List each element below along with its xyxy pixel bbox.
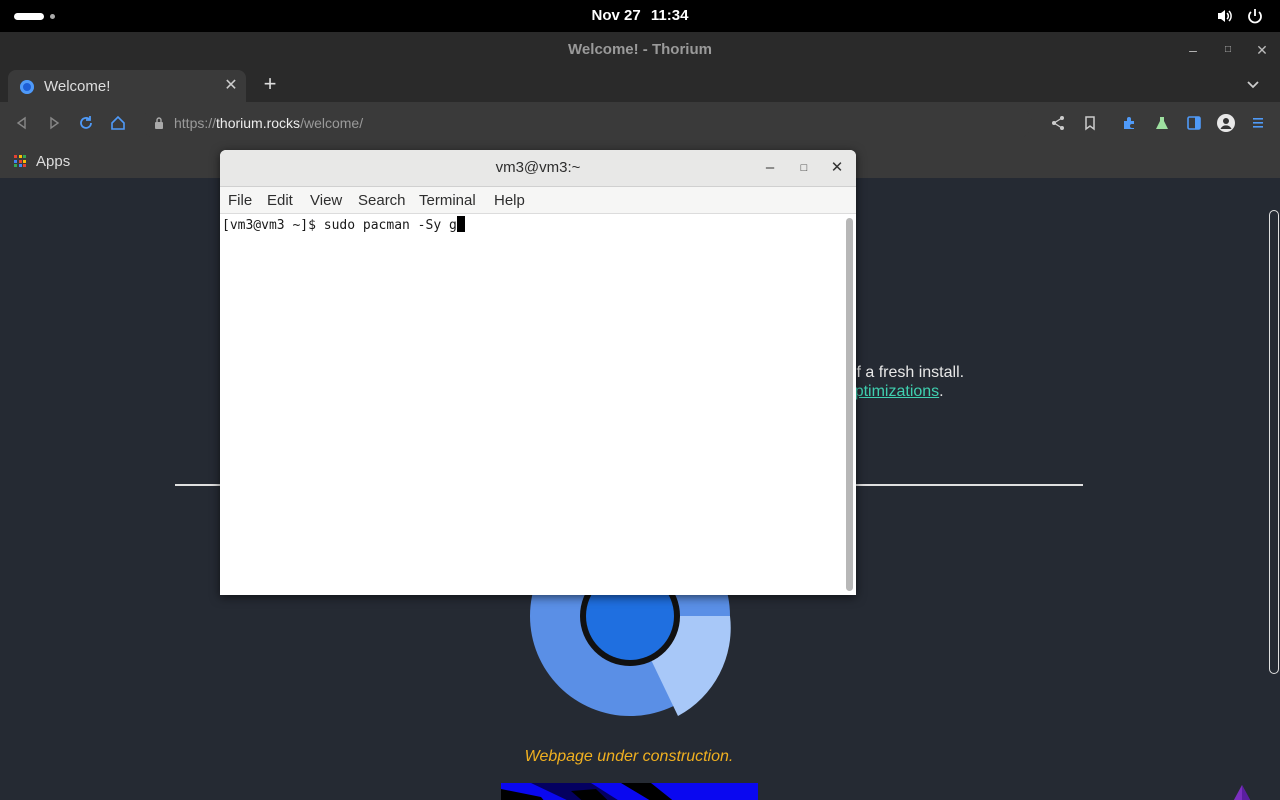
browser-toolbar: https://thorium.rocks/welcome/: [0, 102, 1280, 144]
minimize-button[interactable]: –: [1185, 42, 1201, 58]
tab-title: Welcome!: [44, 78, 111, 95]
menu-search[interactable]: Search: [358, 192, 406, 209]
tab-close-icon[interactable]: ✕: [222, 77, 240, 95]
apps-label: Apps: [36, 152, 71, 170]
thorium-favicon-icon: [20, 80, 34, 94]
text-cursor: [456, 216, 465, 232]
shell-prompt: [vm3@vm3 ~]$: [222, 218, 324, 233]
url-path: /welcome/: [300, 115, 364, 131]
back-icon[interactable]: [12, 113, 32, 133]
lock-icon[interactable]: [154, 117, 164, 129]
volume-icon[interactable]: [1216, 7, 1234, 25]
clock-time: 11:34: [650, 7, 689, 24]
typed-command: sudo pacman -Sy g: [323, 218, 457, 233]
side-panel-icon[interactable]: [1184, 113, 1204, 133]
forward-icon[interactable]: [44, 113, 64, 133]
menu-file[interactable]: File: [228, 192, 252, 209]
terminal-minimize-button[interactable]: –: [761, 159, 779, 177]
clock[interactable]: Nov 27 11:34: [0, 7, 1280, 24]
extensions-icon[interactable]: [1120, 113, 1140, 133]
tab-welcome[interactable]: Welcome! ✕: [8, 70, 246, 102]
close-button[interactable]: ✕: [1254, 42, 1270, 58]
new-tab-button[interactable]: +: [259, 73, 281, 95]
home-icon[interactable]: [108, 113, 128, 133]
terminal-output[interactable]: [vm3@vm3 ~]$ sudo pacman -Sy g: [220, 214, 842, 595]
labs-flask-icon[interactable]: [1152, 113, 1172, 133]
power-icon[interactable]: [1246, 7, 1264, 25]
apps-grid-icon: [14, 155, 26, 167]
apps-shortcut[interactable]: Apps: [14, 150, 70, 172]
construction-banner-image: [501, 783, 758, 800]
optimizations-link[interactable]: Optimizations: [842, 383, 939, 400]
address-bar[interactable]: https://thorium.rocks/welcome/: [142, 107, 1032, 139]
triangle-logo-icon[interactable]: [1228, 784, 1256, 800]
menu-help[interactable]: Help: [494, 192, 525, 209]
browser-titlebar[interactable]: Welcome! - Thorium – □ ✕: [0, 32, 1280, 68]
url-scheme: https://: [174, 115, 217, 131]
menu-view[interactable]: View: [310, 192, 342, 209]
under-construction-text: Webpage under construction.: [524, 748, 734, 765]
tab-strip: Welcome! ✕ +: [0, 68, 1280, 102]
tab-search-chevron-icon[interactable]: [1246, 77, 1260, 95]
terminal-maximize-button[interactable]: □: [795, 159, 813, 177]
line2-suffix: .: [939, 383, 944, 400]
profile-avatar-icon[interactable]: [1216, 113, 1236, 133]
menu-icon[interactable]: [1248, 113, 1268, 133]
window-title: Welcome! - Thorium: [568, 41, 712, 58]
terminal-command-line[interactable]: [vm3@vm3 ~]$ sudo pacman -Sy g: [222, 216, 465, 233]
menu-terminal[interactable]: Terminal: [419, 192, 476, 209]
system-top-bar: Nov 27 11:34: [0, 0, 1280, 32]
maximize-button[interactable]: □: [1220, 42, 1236, 58]
page-scrollbar[interactable]: [1269, 210, 1279, 674]
terminal-scrollbar[interactable]: [846, 218, 853, 591]
terminal-titlebar[interactable]: vm3@vm3:~ – □ ✕: [220, 150, 856, 187]
bookmark-icon[interactable]: [1080, 113, 1100, 133]
share-icon[interactable]: [1048, 113, 1068, 133]
system-tray[interactable]: [1216, 7, 1264, 25]
url-text[interactable]: https://thorium.rocks/welcome/: [174, 115, 363, 131]
clock-date: Nov 27: [591, 7, 641, 24]
menu-edit[interactable]: Edit: [267, 192, 293, 209]
terminal-close-button[interactable]: ✕: [828, 159, 846, 177]
terminal-window: vm3@vm3:~ – □ ✕ File Edit View Search Te…: [220, 150, 856, 595]
terminal-menubar: File Edit View Search Terminal Help: [220, 187, 856, 214]
reload-icon[interactable]: [76, 113, 96, 133]
url-host: thorium.rocks: [216, 115, 301, 131]
